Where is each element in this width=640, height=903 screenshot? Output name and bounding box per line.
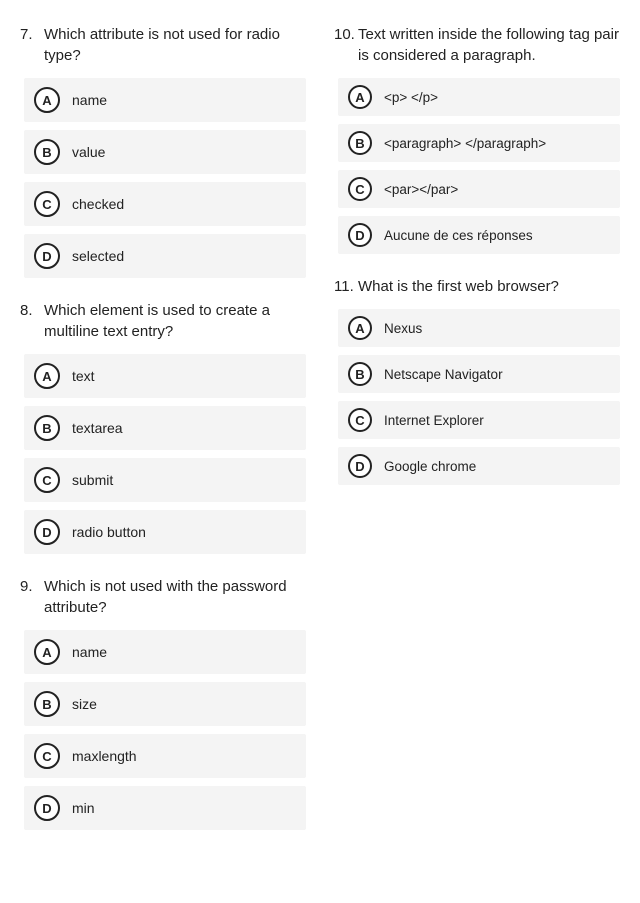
question-text: Text written inside the following tag pa… [358, 24, 620, 66]
options-list: A Nexus B Netscape Navigator C Internet … [334, 309, 620, 485]
question-9: 9. Which is not used with the password a… [20, 576, 306, 830]
option-d[interactable]: D selected [24, 234, 306, 278]
option-label: Netscape Navigator [384, 367, 503, 382]
option-letter: B [34, 415, 60, 441]
question-header: 8. Which element is used to create a mul… [20, 300, 306, 342]
question-8: 8. Which element is used to create a mul… [20, 300, 306, 554]
option-label: Nexus [384, 321, 422, 336]
option-letter: D [348, 223, 372, 247]
option-letter: B [348, 362, 372, 386]
option-c[interactable]: C Internet Explorer [338, 401, 620, 439]
option-label: <p> </p> [384, 90, 438, 105]
option-label: submit [72, 472, 113, 488]
options-list: A <p> </p> B <paragraph> </paragraph> C … [334, 78, 620, 254]
option-label: <paragraph> </paragraph> [384, 136, 546, 151]
options-list: A text B textarea C submit D radio butto… [20, 354, 306, 554]
option-a[interactable]: A text [24, 354, 306, 398]
question-number: 7. [20, 24, 44, 45]
option-c[interactable]: C submit [24, 458, 306, 502]
option-letter: C [348, 408, 372, 432]
column-right: 10. Text written inside the following ta… [334, 24, 620, 852]
option-letter: B [34, 691, 60, 717]
question-text: Which attribute is not used for radio ty… [44, 24, 306, 66]
option-letter: D [348, 454, 372, 478]
option-letter: A [348, 316, 372, 340]
option-b[interactable]: B value [24, 130, 306, 174]
question-header: 11. What is the first web browser? [334, 276, 620, 297]
question-11: 11. What is the first web browser? A Nex… [334, 276, 620, 485]
question-text: What is the first web browser? [358, 276, 620, 297]
question-text: Which element is used to create a multil… [44, 300, 306, 342]
option-b[interactable]: B size [24, 682, 306, 726]
option-letter: A [34, 639, 60, 665]
column-left: 7. Which attribute is not used for radio… [20, 24, 306, 852]
option-d[interactable]: D radio button [24, 510, 306, 554]
option-letter: C [34, 743, 60, 769]
question-number: 9. [20, 576, 44, 597]
question-number: 10. [334, 24, 358, 45]
option-label: min [72, 800, 95, 816]
option-b[interactable]: B <paragraph> </paragraph> [338, 124, 620, 162]
option-letter: D [34, 243, 60, 269]
option-a[interactable]: A name [24, 630, 306, 674]
option-a[interactable]: A Nexus [338, 309, 620, 347]
question-header: 9. Which is not used with the password a… [20, 576, 306, 618]
question-header: 7. Which attribute is not used for radio… [20, 24, 306, 66]
option-b[interactable]: B Netscape Navigator [338, 355, 620, 393]
question-number: 11. [334, 276, 358, 297]
option-letter: D [34, 519, 60, 545]
question-10: 10. Text written inside the following ta… [334, 24, 620, 254]
option-b[interactable]: B textarea [24, 406, 306, 450]
option-label: text [72, 368, 95, 384]
option-c[interactable]: C checked [24, 182, 306, 226]
option-label: <par></par> [384, 182, 458, 197]
option-a[interactable]: A <p> </p> [338, 78, 620, 116]
option-letter: B [348, 131, 372, 155]
option-label: name [72, 92, 107, 108]
options-list: A name B value C checked D selected [20, 78, 306, 278]
option-letter: D [34, 795, 60, 821]
question-number: 8. [20, 300, 44, 321]
option-letter: A [348, 85, 372, 109]
question-7: 7. Which attribute is not used for radio… [20, 24, 306, 278]
option-label: selected [72, 248, 124, 264]
option-label: maxlength [72, 748, 137, 764]
option-d[interactable]: D Google chrome [338, 447, 620, 485]
option-label: Aucune de ces réponses [384, 228, 533, 243]
option-label: Google chrome [384, 459, 476, 474]
option-label: checked [72, 196, 124, 212]
option-label: radio button [72, 524, 146, 540]
option-label: value [72, 144, 105, 160]
option-label: name [72, 644, 107, 660]
quiz-columns: 7. Which attribute is not used for radio… [20, 24, 620, 852]
question-text: Which is not used with the password attr… [44, 576, 306, 618]
question-header: 10. Text written inside the following ta… [334, 24, 620, 66]
option-d[interactable]: D Aucune de ces réponses [338, 216, 620, 254]
option-label: Internet Explorer [384, 413, 484, 428]
option-letter: C [34, 191, 60, 217]
option-c[interactable]: C <par></par> [338, 170, 620, 208]
option-label: textarea [72, 420, 123, 436]
option-c[interactable]: C maxlength [24, 734, 306, 778]
option-d[interactable]: D min [24, 786, 306, 830]
options-list: A name B size C maxlength D min [20, 630, 306, 830]
option-letter: C [34, 467, 60, 493]
option-letter: B [34, 139, 60, 165]
option-letter: A [34, 363, 60, 389]
option-letter: C [348, 177, 372, 201]
option-a[interactable]: A name [24, 78, 306, 122]
option-letter: A [34, 87, 60, 113]
option-label: size [72, 696, 97, 712]
